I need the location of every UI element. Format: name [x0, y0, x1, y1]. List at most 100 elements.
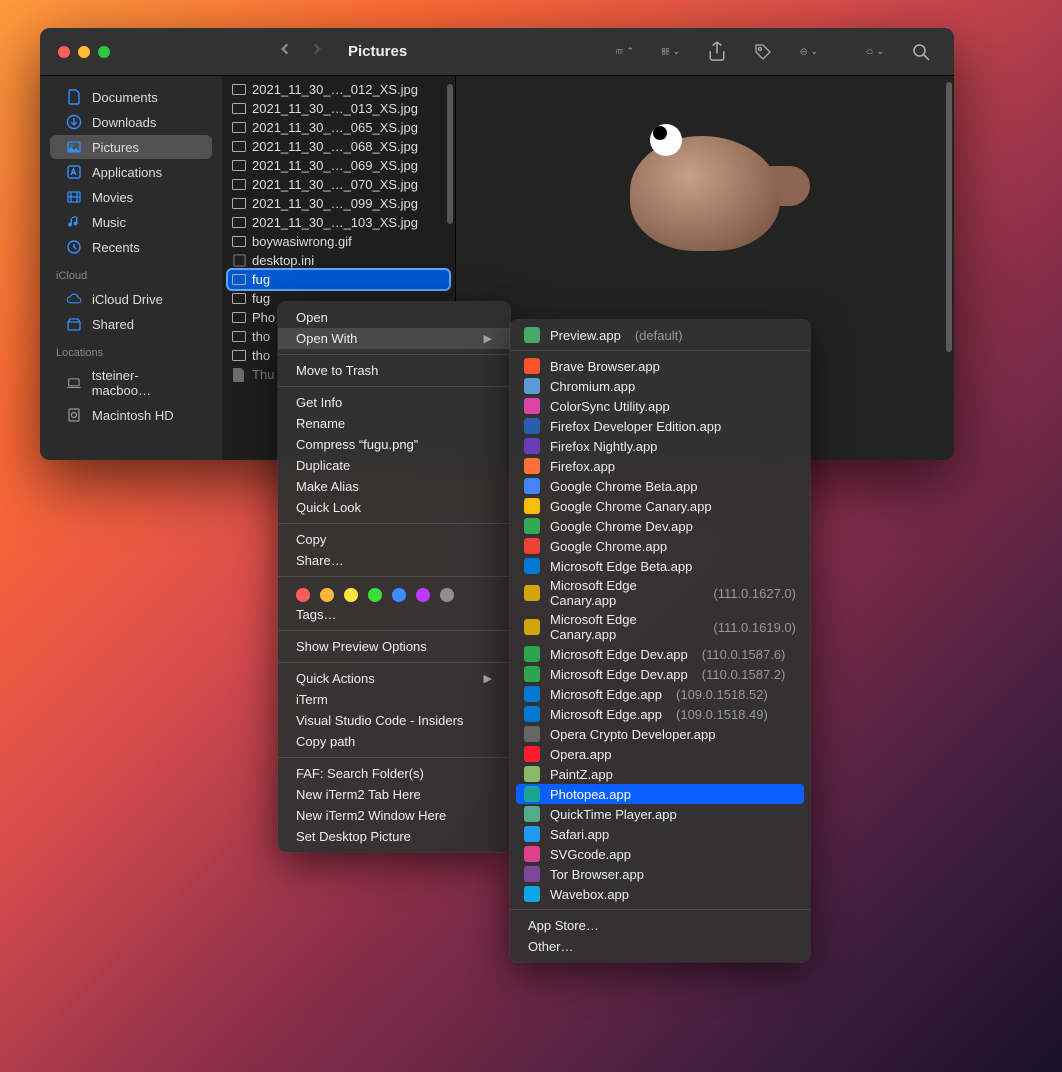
menu-item-rename[interactable]: Rename: [278, 413, 510, 434]
sidebar-item-recents[interactable]: Recents: [50, 235, 212, 259]
menu-item-label: Copy path: [296, 734, 355, 749]
maximize-button[interactable]: [98, 46, 110, 58]
menu-item-new-iterm-window-here[interactable]: New iTerm2 Window Here: [278, 805, 510, 826]
app-row[interactable]: Firefox.app: [510, 456, 810, 476]
back-button[interactable]: [278, 42, 292, 61]
menu-item-copy-path[interactable]: Copy path: [278, 731, 510, 752]
menu-item-duplicate[interactable]: Duplicate: [278, 455, 510, 476]
sidebar-item-music[interactable]: Music: [50, 210, 212, 234]
file-row[interactable]: 2021_11_30_…_065_XS.jpg: [222, 118, 455, 137]
app-row[interactable]: Tor Browser.app: [510, 864, 810, 884]
file-row[interactable]: desktop.ini: [222, 251, 455, 270]
menu-item-new-iterm-tab-here[interactable]: New iTerm2 Tab Here: [278, 784, 510, 805]
sidebar-item-movies[interactable]: Movies: [50, 185, 212, 209]
app-row[interactable]: Photopea.app: [516, 784, 804, 804]
menu-separator: [278, 523, 510, 524]
file-row[interactable]: 2021_11_30_…_099_XS.jpg: [222, 194, 455, 213]
menu-item-open[interactable]: Open: [278, 307, 510, 328]
menu-item-faf-search-folder-s[interactable]: FAF: Search Folder(s): [278, 763, 510, 784]
sidebar-item-downloads[interactable]: Downloads: [50, 110, 212, 134]
tag-color[interactable]: [368, 588, 382, 602]
app-row[interactable]: Safari.app: [510, 824, 810, 844]
close-button[interactable]: [58, 46, 70, 58]
app-row[interactable]: Microsoft Edge Beta.app: [510, 556, 810, 576]
menu-item-copy[interactable]: Copy: [278, 529, 510, 550]
app-row-default[interactable]: Preview.app(default): [510, 325, 810, 345]
tag-color[interactable]: [416, 588, 430, 602]
app-row[interactable]: Microsoft Edge.app(109.0.1518.49): [510, 704, 810, 724]
file-row[interactable]: 2021_11_30_…_103_XS.jpg: [222, 213, 455, 232]
menu-item-appstore[interactable]: App Store…: [510, 915, 810, 936]
app-row[interactable]: Opera Crypto Developer.app: [510, 724, 810, 744]
app-label: Preview.app: [550, 328, 621, 343]
menu-item-open-with[interactable]: Open With▶: [278, 328, 510, 349]
tag-color[interactable]: [440, 588, 454, 602]
file-row[interactable]: 2021_11_30_…_068_XS.jpg: [222, 137, 455, 156]
tag-color[interactable]: [320, 588, 334, 602]
minimize-button[interactable]: [78, 46, 90, 58]
file-row[interactable]: 2021_11_30_…_013_XS.jpg: [222, 99, 455, 118]
menu-item-iterm[interactable]: iTerm: [278, 689, 510, 710]
app-row[interactable]: SVGcode.app: [510, 844, 810, 864]
app-row[interactable]: Firefox Developer Edition.app: [510, 416, 810, 436]
app-icon: [524, 846, 540, 862]
app-row[interactable]: Microsoft Edge Dev.app(110.0.1587.2): [510, 664, 810, 684]
app-row[interactable]: Google Chrome Beta.app: [510, 476, 810, 496]
app-label: Firefox Nightly.app: [550, 439, 657, 454]
filelist-scrollbar[interactable]: [447, 84, 453, 224]
app-row[interactable]: Microsoft Edge Dev.app(110.0.1587.6): [510, 644, 810, 664]
app-row[interactable]: Opera.app: [510, 744, 810, 764]
app-row[interactable]: Google Chrome Dev.app: [510, 516, 810, 536]
app-row[interactable]: Microsoft Edge Canary.app(111.0.1627.0): [510, 576, 810, 610]
menu-item-visual-studio-code-insiders[interactable]: Visual Studio Code - Insiders: [278, 710, 510, 731]
app-row[interactable]: Brave Browser.app: [510, 356, 810, 376]
share-icon[interactable]: [708, 43, 726, 61]
menu-item-compress-fugu-png[interactable]: Compress “fugu.png”: [278, 434, 510, 455]
file-row[interactable]: 2021_11_30_…_070_XS.jpg: [222, 175, 455, 194]
sidebar-item-shared[interactable]: Shared: [50, 312, 212, 336]
menu-item-other[interactable]: Other…: [510, 936, 810, 957]
action-icon[interactable]: ⌄: [800, 43, 818, 61]
app-row[interactable]: Google Chrome Canary.app: [510, 496, 810, 516]
menu-item-make-alias[interactable]: Make Alias: [278, 476, 510, 497]
menu-item-get-info[interactable]: Get Info: [278, 392, 510, 413]
preview-scrollbar[interactable]: [946, 82, 952, 352]
menu-item-move-to-trash[interactable]: Move to Trash: [278, 360, 510, 381]
menu-item-tags[interactable]: Tags…: [278, 604, 510, 625]
app-row[interactable]: Wavebox.app: [510, 884, 810, 904]
app-row[interactable]: Google Chrome.app: [510, 536, 810, 556]
sidebar-item-applications[interactable]: Applications: [50, 160, 212, 184]
app-row[interactable]: Chromium.app: [510, 376, 810, 396]
file-row[interactable]: 2021_11_30_…_012_XS.jpg: [222, 80, 455, 99]
file-row[interactable]: 2021_11_30_…_069_XS.jpg: [222, 156, 455, 175]
tag-icon[interactable]: [754, 43, 772, 61]
menu-item-label: Visual Studio Code - Insiders: [296, 713, 463, 728]
app-row[interactable]: QuickTime Player.app: [510, 804, 810, 824]
search-icon[interactable]: [912, 43, 930, 61]
menu-item-share[interactable]: Share…: [278, 550, 510, 571]
app-row[interactable]: Firefox Nightly.app: [510, 436, 810, 456]
sidebar-item-macintoshhd[interactable]: Macintosh HD: [50, 403, 212, 427]
forward-button[interactable]: [310, 42, 324, 61]
app-row[interactable]: Microsoft Edge Canary.app(111.0.1619.0): [510, 610, 810, 644]
app-icon: [524, 666, 540, 682]
app-row[interactable]: PaintZ.app: [510, 764, 810, 784]
tag-color[interactable]: [392, 588, 406, 602]
tag-color[interactable]: [344, 588, 358, 602]
menu-item-show-preview-options[interactable]: Show Preview Options: [278, 636, 510, 657]
app-row[interactable]: ColorSync Utility.app: [510, 396, 810, 416]
view-columns-icon[interactable]: ⌃: [616, 43, 634, 61]
file-row[interactable]: fug: [228, 270, 449, 289]
sidebar-item-documents[interactable]: Documents: [50, 85, 212, 109]
app-row[interactable]: Microsoft Edge.app(109.0.1518.52): [510, 684, 810, 704]
tag-color[interactable]: [296, 588, 310, 602]
group-icon[interactable]: ⌄: [662, 43, 680, 61]
sidebar-item-tsteinermacboo[interactable]: tsteiner-macboo…: [50, 364, 212, 402]
sidebar-item-iclouddrive[interactable]: iCloud Drive: [50, 287, 212, 311]
menu-item-quick-actions[interactable]: Quick Actions▶: [278, 668, 510, 689]
file-row[interactable]: boywasiwrong.gif: [222, 232, 455, 251]
menu-item-set-desktop-picture[interactable]: Set Desktop Picture: [278, 826, 510, 847]
cloud-action-icon[interactable]: ⌄: [866, 43, 884, 61]
sidebar-item-pictures[interactable]: Pictures: [50, 135, 212, 159]
menu-item-quick-look[interactable]: Quick Look: [278, 497, 510, 518]
